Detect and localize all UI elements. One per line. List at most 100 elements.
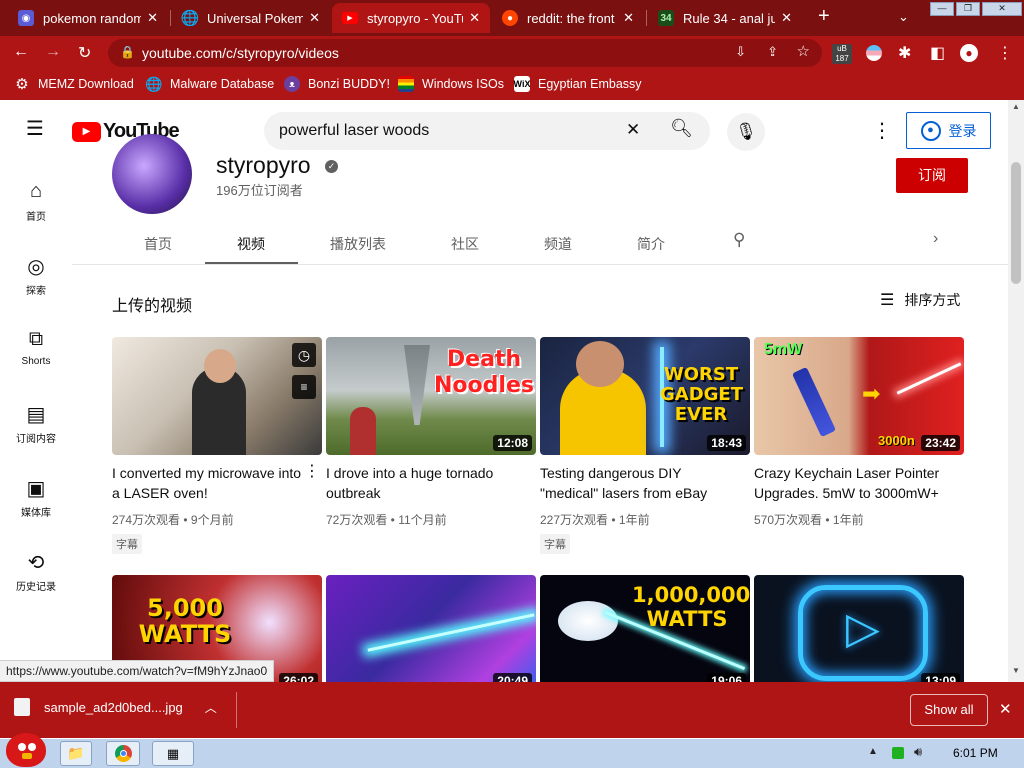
close-download-bar-icon[interactable]: ✕ (999, 700, 1012, 718)
taskbar-app-icon[interactable]: ▦ (152, 741, 194, 766)
close-tab-icon[interactable]: ✕ (309, 10, 320, 26)
bookmark-memz[interactable]: ⚙ MEMZ Download (14, 76, 134, 93)
video-thumbnail[interactable]: 5mW ➡ 3000n 23:42 (754, 337, 964, 455)
reload-icon[interactable]: ↻ (78, 43, 91, 63)
bookmark-star-icon[interactable]: ☆ (797, 42, 810, 60)
tab-pokemon-random[interactable]: ◉ pokemon random ✕ (8, 3, 168, 33)
extension-ublock-icon[interactable]: uB 187 (832, 44, 852, 64)
search-icon[interactable]: 🔍︎ (670, 118, 693, 139)
video-thumbnail[interactable]: 1,000,000 WATTS 19:06 (540, 575, 750, 682)
add-to-queue-icon[interactable]: ≡ (292, 375, 316, 399)
video-thumbnail[interactable]: 20:49 (326, 575, 536, 682)
tab-home[interactable]: 首页 (144, 234, 172, 254)
close-window-button[interactable]: ✕ (982, 2, 1022, 16)
search-input[interactable]: powerful laser woods ✕ 🔍︎ (264, 112, 710, 150)
page-scrollbar[interactable]: ▲ ▼ (1008, 100, 1024, 682)
subscribe-button[interactable]: 订阅 (896, 158, 968, 193)
menu-kebab-icon[interactable]: ⋮ (997, 43, 1013, 63)
address-bar[interactable]: 🔒 youtube.com/c/styropyro/videos ⇩ ⇪ ☆ (108, 39, 822, 67)
close-tab-icon[interactable]: ✕ (781, 10, 792, 26)
tray-expand-icon[interactable]: ▲ (868, 746, 878, 757)
tab-rule34[interactable]: 34 Rule 34 - anal juic ✕ (648, 3, 802, 33)
close-tab-icon[interactable]: ✕ (623, 10, 634, 26)
video-card[interactable]: Death Noodles 12:08 I drove into a huge … (326, 337, 536, 528)
install-app-icon[interactable]: ⇩ (735, 44, 746, 60)
taskbar-explorer-icon[interactable]: 📁 (60, 741, 92, 766)
sidebar-item-shorts[interactable]: ⧉ Shorts (0, 328, 72, 367)
tab-videos[interactable]: 视频 (237, 234, 265, 254)
tab-playlists[interactable]: 播放列表 (330, 234, 386, 254)
video-title[interactable]: I converted my microwave into a LASER ov… (112, 463, 312, 503)
bookmark-windows-isos[interactable]: Windows ISOs (398, 76, 504, 92)
clear-search-icon[interactable]: ✕ (626, 120, 640, 140)
video-title[interactable]: Crazy Keychain Laser Pointer Upgrades. 5… (754, 463, 954, 503)
extension-flag-icon[interactable] (866, 45, 882, 61)
tab-reddit[interactable]: ● reddit: the front p ✕ (492, 3, 644, 33)
video-thumbnail[interactable]: ◷ ≡ (112, 337, 322, 455)
tab-channels[interactable]: 频道 (544, 234, 572, 254)
sort-button[interactable]: ☰ 排序方式 (880, 290, 960, 310)
scrollbar-thumb[interactable] (1011, 162, 1021, 284)
chevron-right-icon[interactable]: › (933, 230, 938, 248)
sign-in-button[interactable]: ● 登录 (906, 112, 991, 149)
microphone-icon[interactable]: 🎙︎ (727, 113, 765, 151)
bookmark-malware-database[interactable]: 🌐 Malware Database (145, 76, 274, 92)
sidebar-item-history[interactable]: ⟲ 历史记录 (0, 550, 72, 593)
tab-universal-pokemon[interactable]: 🌐 Universal Pokemo ✕ (172, 3, 330, 33)
video-card[interactable]: 5mW ➡ 3000n 23:42 Crazy Keychain Laser P… (754, 337, 964, 528)
taskbar-clock[interactable]: 6:01 PM (953, 746, 998, 760)
start-button[interactable] (4, 731, 48, 769)
tab-about[interactable]: 简介 (637, 234, 665, 254)
bird-beak (22, 753, 32, 759)
scroll-up-icon[interactable]: ▲ (1012, 102, 1020, 111)
bookmark-bonzi-buddy[interactable]: ᴥ Bonzi BUDDY! (284, 76, 390, 92)
lock-icon: 🔒 (120, 45, 135, 59)
scroll-down-icon[interactable]: ▼ (1012, 666, 1020, 675)
tab-styropyro-youtube[interactable]: ▶ styropyro - YouTu ✕ (332, 3, 490, 33)
profile-avatar-icon[interactable]: ● (960, 44, 978, 62)
close-tab-icon[interactable]: ✕ (147, 10, 158, 26)
chevron-up-icon[interactable]: ︿ (205, 699, 217, 716)
watch-later-clock-icon[interactable]: ◷ (292, 343, 316, 367)
show-all-button[interactable]: Show all (910, 694, 988, 726)
channel-search-icon[interactable]: ⚲ (733, 230, 745, 250)
tab-search-chevron-icon[interactable]: ⌄ (898, 9, 909, 25)
side-panel-icon[interactable]: ◧ (930, 43, 945, 63)
taskbar-chrome-button[interactable] (106, 741, 140, 766)
extensions-puzzle-icon[interactable]: ✱ (898, 43, 911, 63)
hamburger-menu-icon[interactable]: ☰ (26, 116, 44, 141)
close-tab-icon[interactable]: ✕ (469, 10, 480, 26)
settings-kebab-icon[interactable]: ⋮ (872, 118, 892, 143)
video-title[interactable]: I drove into a huge tornado outbreak (326, 463, 526, 503)
thumbnail-face (576, 341, 624, 387)
video-card[interactable]: 1,000,000 WATTS 19:06 (540, 575, 750, 682)
video-card[interactable]: ▷ 13:09 (754, 575, 964, 682)
share-icon[interactable]: ⇪ (767, 44, 778, 60)
minimize-button[interactable]: — (930, 2, 954, 16)
tray-volume-icon[interactable]: 🔊︎ (914, 744, 922, 760)
new-tab-button[interactable]: + (818, 5, 830, 28)
video-duration: 19:06 (707, 673, 746, 682)
sidebar-item-subscriptions[interactable]: ▤ 订阅内容 (0, 402, 72, 445)
video-title[interactable]: Testing dangerous DIY "medical" lasers f… (540, 463, 740, 503)
sidebar-item-library[interactable]: ▣ 媒体库 (0, 476, 72, 519)
tray-network-icon[interactable] (892, 747, 904, 759)
tab-community[interactable]: 社区 (451, 234, 479, 254)
restore-button[interactable]: ❐ (956, 2, 980, 16)
video-menu-kebab-icon[interactable]: ⋮ (304, 461, 320, 481)
download-item[interactable]: sample_ad2d0bed....jpg ︿ (14, 698, 217, 716)
video-meta: 274万次观看 • 9个月前 (112, 513, 234, 527)
bookmark-egyptian-embassy[interactable]: WiX Egyptian Embassy (514, 76, 642, 92)
channel-avatar[interactable] (112, 134, 192, 214)
video-thumbnail[interactable]: WORST GADGET EVER 18:43 (540, 337, 750, 455)
sidebar-item-explore[interactable]: ◎ 探索 (0, 254, 72, 297)
video-thumbnail[interactable]: Death Noodles 12:08 (326, 337, 536, 455)
forward-arrow-icon[interactable]: → (45, 43, 61, 61)
sidebar-item-home[interactable]: ⌂ 首页 (0, 180, 72, 223)
back-arrow-icon[interactable]: ← (13, 43, 29, 61)
video-card[interactable]: WORST GADGET EVER 18:43 Testing dangerou… (540, 337, 750, 554)
video-thumbnail[interactable]: ▷ 13:09 (754, 575, 964, 682)
video-card[interactable]: ◷ ≡ I converted my microwave into a LASE… (112, 337, 322, 554)
window-controls: — ❐ ✕ (930, 2, 1024, 16)
video-card[interactable]: 20:49 (326, 575, 536, 682)
